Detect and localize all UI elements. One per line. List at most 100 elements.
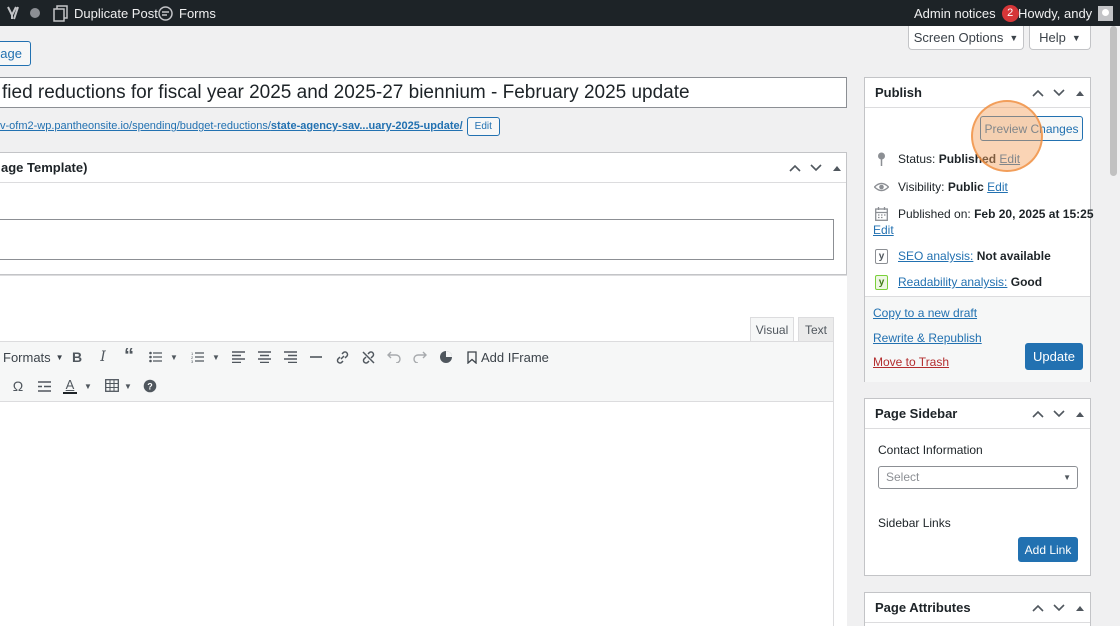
blockquote-icon[interactable]: “ — [119, 345, 139, 367]
help-label: Help — [1039, 30, 1066, 45]
readability-analysis-link[interactable]: Readability analysis: — [898, 275, 1007, 289]
yoast-seo-icon: y — [875, 248, 888, 264]
visibility-edit-link[interactable]: Edit — [987, 180, 1008, 194]
page-sidebar-title: Page Sidebar — [875, 406, 958, 421]
screen-options-button[interactable]: Screen Options ▼ — [908, 26, 1024, 50]
yoast-logo-icon[interactable] — [6, 0, 22, 26]
svg-text:?: ? — [147, 382, 153, 392]
toggle-panel-icon[interactable] — [1071, 405, 1089, 423]
caret-down-icon[interactable]: ▼ — [206, 347, 226, 367]
contact-information-select[interactable]: Select ▼ — [878, 466, 1078, 489]
calendar-icon — [873, 207, 890, 221]
undo-icon[interactable] — [384, 347, 404, 367]
align-center-icon[interactable] — [254, 347, 274, 367]
my-account-menu[interactable]: Howdy, andy — [1018, 0, 1114, 26]
move-down-icon[interactable] — [1050, 599, 1068, 617]
caret-down-icon: ▼ — [1071, 32, 1081, 43]
numbered-list-icon[interactable]: 123 — [188, 347, 208, 367]
readability-row: y Readability analysis: Good — [873, 273, 1042, 291]
redo-icon[interactable] — [410, 347, 430, 367]
tab-text[interactable]: Text — [798, 317, 834, 341]
admin-bar: Duplicate Post Forms Admin notices 2 How… — [0, 0, 1120, 26]
text-color-icon[interactable]: A — [60, 376, 80, 396]
status-value: Published — [938, 152, 997, 166]
template-textarea[interactable] — [0, 219, 834, 260]
template-postbox-title: age Template) — [1, 160, 88, 175]
svg-text:3: 3 — [191, 359, 194, 363]
seo-value: Not available — [976, 249, 1051, 263]
seo-analysis-link[interactable]: SEO analysis: — [898, 249, 973, 263]
forms-menu[interactable]: Forms — [158, 0, 216, 26]
preview-changes-button[interactable]: Preview Changes — [980, 116, 1083, 141]
toggle-panel-icon[interactable] — [1071, 599, 1089, 617]
bullet-list-icon[interactable] — [146, 347, 166, 367]
insert-link-icon[interactable] — [332, 347, 352, 367]
move-down-icon[interactable] — [1050, 84, 1068, 102]
permalink-base: v-ofm2-wp.pantheonsite.io/spending/budge… — [0, 120, 271, 132]
admin-notices-menu[interactable]: Admin notices 2 — [914, 0, 1019, 26]
seo-status-dot-icon[interactable] — [30, 0, 40, 26]
add-link-button[interactable]: Add Link — [1018, 537, 1078, 562]
formats-dropdown[interactable]: Formats ▼ — [3, 348, 64, 366]
move-to-trash-link[interactable]: Move to Trash — [873, 355, 949, 369]
permalink-slug: state-agency-sav...uary-2025-update/ — [270, 120, 463, 132]
page-scrollbar[interactable] — [1107, 26, 1120, 626]
seo-row: y SEO analysis: Not available — [873, 247, 1051, 265]
help-circle-icon[interactable]: ? — [140, 376, 160, 396]
editor-container: Visual Text Formats ▼ B I “ ▼ 123 ▼ Add … — [0, 275, 847, 626]
editor-content-area[interactable] — [0, 402, 834, 626]
select-placeholder: Select — [886, 470, 920, 484]
toggle-panel-icon[interactable] — [1071, 84, 1089, 102]
scrollbar-thumb[interactable] — [1110, 26, 1117, 176]
move-up-icon[interactable] — [1029, 405, 1047, 423]
remove-link-icon[interactable] — [358, 347, 378, 367]
caret-down-icon: ▼ — [1009, 32, 1019, 43]
read-more-icon[interactable] — [34, 376, 54, 396]
status-edit-link[interactable]: Edit — [999, 152, 1020, 166]
move-down-icon[interactable] — [807, 159, 825, 177]
add-iframe-button[interactable]: Add IFrame — [467, 348, 549, 366]
screen-options-label: Screen Options — [913, 30, 1004, 45]
status-row: Status: Published Edit — [873, 150, 1020, 168]
howdy-label: Howdy, andy — [1018, 5, 1093, 21]
italic-icon[interactable]: I — [93, 347, 113, 367]
contact-information-label: Contact Information — [878, 443, 983, 457]
pin-icon — [873, 152, 890, 166]
rewrite-republish-link[interactable]: Rewrite & Republish — [873, 331, 982, 345]
published-edit-row: Edit — [873, 221, 894, 239]
update-button[interactable]: Update — [1025, 343, 1083, 370]
edit-permalink-button[interactable]: Edit — [466, 116, 500, 136]
help-button[interactable]: Help ▼ — [1029, 26, 1091, 50]
title-input[interactable]: fied reductions for fiscal year 2025 and… — [0, 77, 847, 108]
published-on-row: Published on: Feb 20, 2025 at 15:25 — [873, 205, 1094, 223]
add-new-page-label: Page — [0, 46, 22, 61]
add-new-page-button[interactable]: Page — [0, 41, 31, 66]
chart-pie-icon[interactable] — [436, 347, 456, 367]
move-up-icon[interactable] — [786, 159, 804, 177]
caret-down-icon[interactable]: ▼ — [164, 347, 184, 367]
visibility-row: Visibility: Public Edit — [873, 178, 1008, 196]
copy-draft-link[interactable]: Copy to a new draft — [873, 306, 977, 320]
permalink-link[interactable]: v-ofm2-wp.pantheonsite.io/spending/budge… — [0, 120, 463, 132]
move-up-icon[interactable] — [1029, 84, 1047, 102]
move-down-icon[interactable] — [1050, 405, 1068, 423]
align-right-icon[interactable] — [280, 347, 300, 367]
published-on-edit-link[interactable]: Edit — [873, 223, 894, 237]
special-character-icon[interactable]: Ω — [8, 376, 28, 396]
caret-down-icon[interactable]: ▼ — [78, 376, 98, 396]
caret-down-icon[interactable]: ▼ — [118, 376, 138, 396]
page-sidebar-postbox: Page Sidebar Contact Information Select … — [864, 398, 1091, 576]
toggle-panel-icon[interactable] — [828, 159, 846, 177]
duplicate-icon — [53, 4, 68, 22]
align-left-icon[interactable] — [228, 347, 248, 367]
add-iframe-label: Add IFrame — [481, 349, 549, 365]
tab-visual[interactable]: Visual — [750, 317, 794, 341]
move-up-icon[interactable] — [1029, 599, 1047, 617]
readability-value: Good — [1010, 275, 1043, 289]
duplicate-post-menu[interactable]: Duplicate Post — [52, 0, 158, 26]
published-on-label: Published on: — [898, 207, 971, 221]
horizontal-line-icon[interactable] — [306, 347, 326, 367]
publish-title: Publish — [875, 85, 922, 100]
bold-icon[interactable]: B — [67, 347, 87, 367]
template-postbox-header: age Template) — [0, 153, 846, 183]
